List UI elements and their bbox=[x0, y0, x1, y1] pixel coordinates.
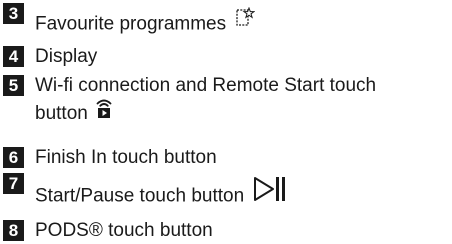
favourite-programmes-label: Favourite programmes bbox=[35, 13, 227, 35]
start-pause-label-row: Start/Pause touch button bbox=[35, 177, 287, 213]
wifi-remote-start-continuation-text: button bbox=[35, 102, 88, 124]
wifi-remote-start-icon bbox=[95, 97, 113, 126]
legend-item-label: Favourite programmes bbox=[35, 6, 256, 38]
item-number-badge: 7 bbox=[3, 173, 24, 194]
start-pause-icon bbox=[253, 176, 287, 209]
control-panel-legend: 3 Favourite programmes 4 Display 5 Wi-fi… bbox=[0, 0, 452, 244]
item-number-badge: 8 bbox=[3, 220, 24, 241]
item-number-badge: 6 bbox=[3, 147, 24, 168]
wifi-remote-start-continuation: button bbox=[35, 99, 113, 128]
wifi-remote-start-label: Wi-fi connection and Remote Start touch bbox=[35, 75, 377, 96]
favourite-star-icon bbox=[235, 6, 256, 34]
finish-in-label: Finish In touch button bbox=[35, 147, 217, 168]
start-pause-label: Start/Pause touch button bbox=[35, 185, 245, 207]
display-label: Display bbox=[35, 46, 98, 67]
item-number-badge: 4 bbox=[3, 46, 24, 67]
item-number-badge: 5 bbox=[3, 75, 24, 96]
pods-label: PODS® touch button bbox=[35, 220, 213, 241]
item-number-badge: 3 bbox=[3, 3, 24, 24]
